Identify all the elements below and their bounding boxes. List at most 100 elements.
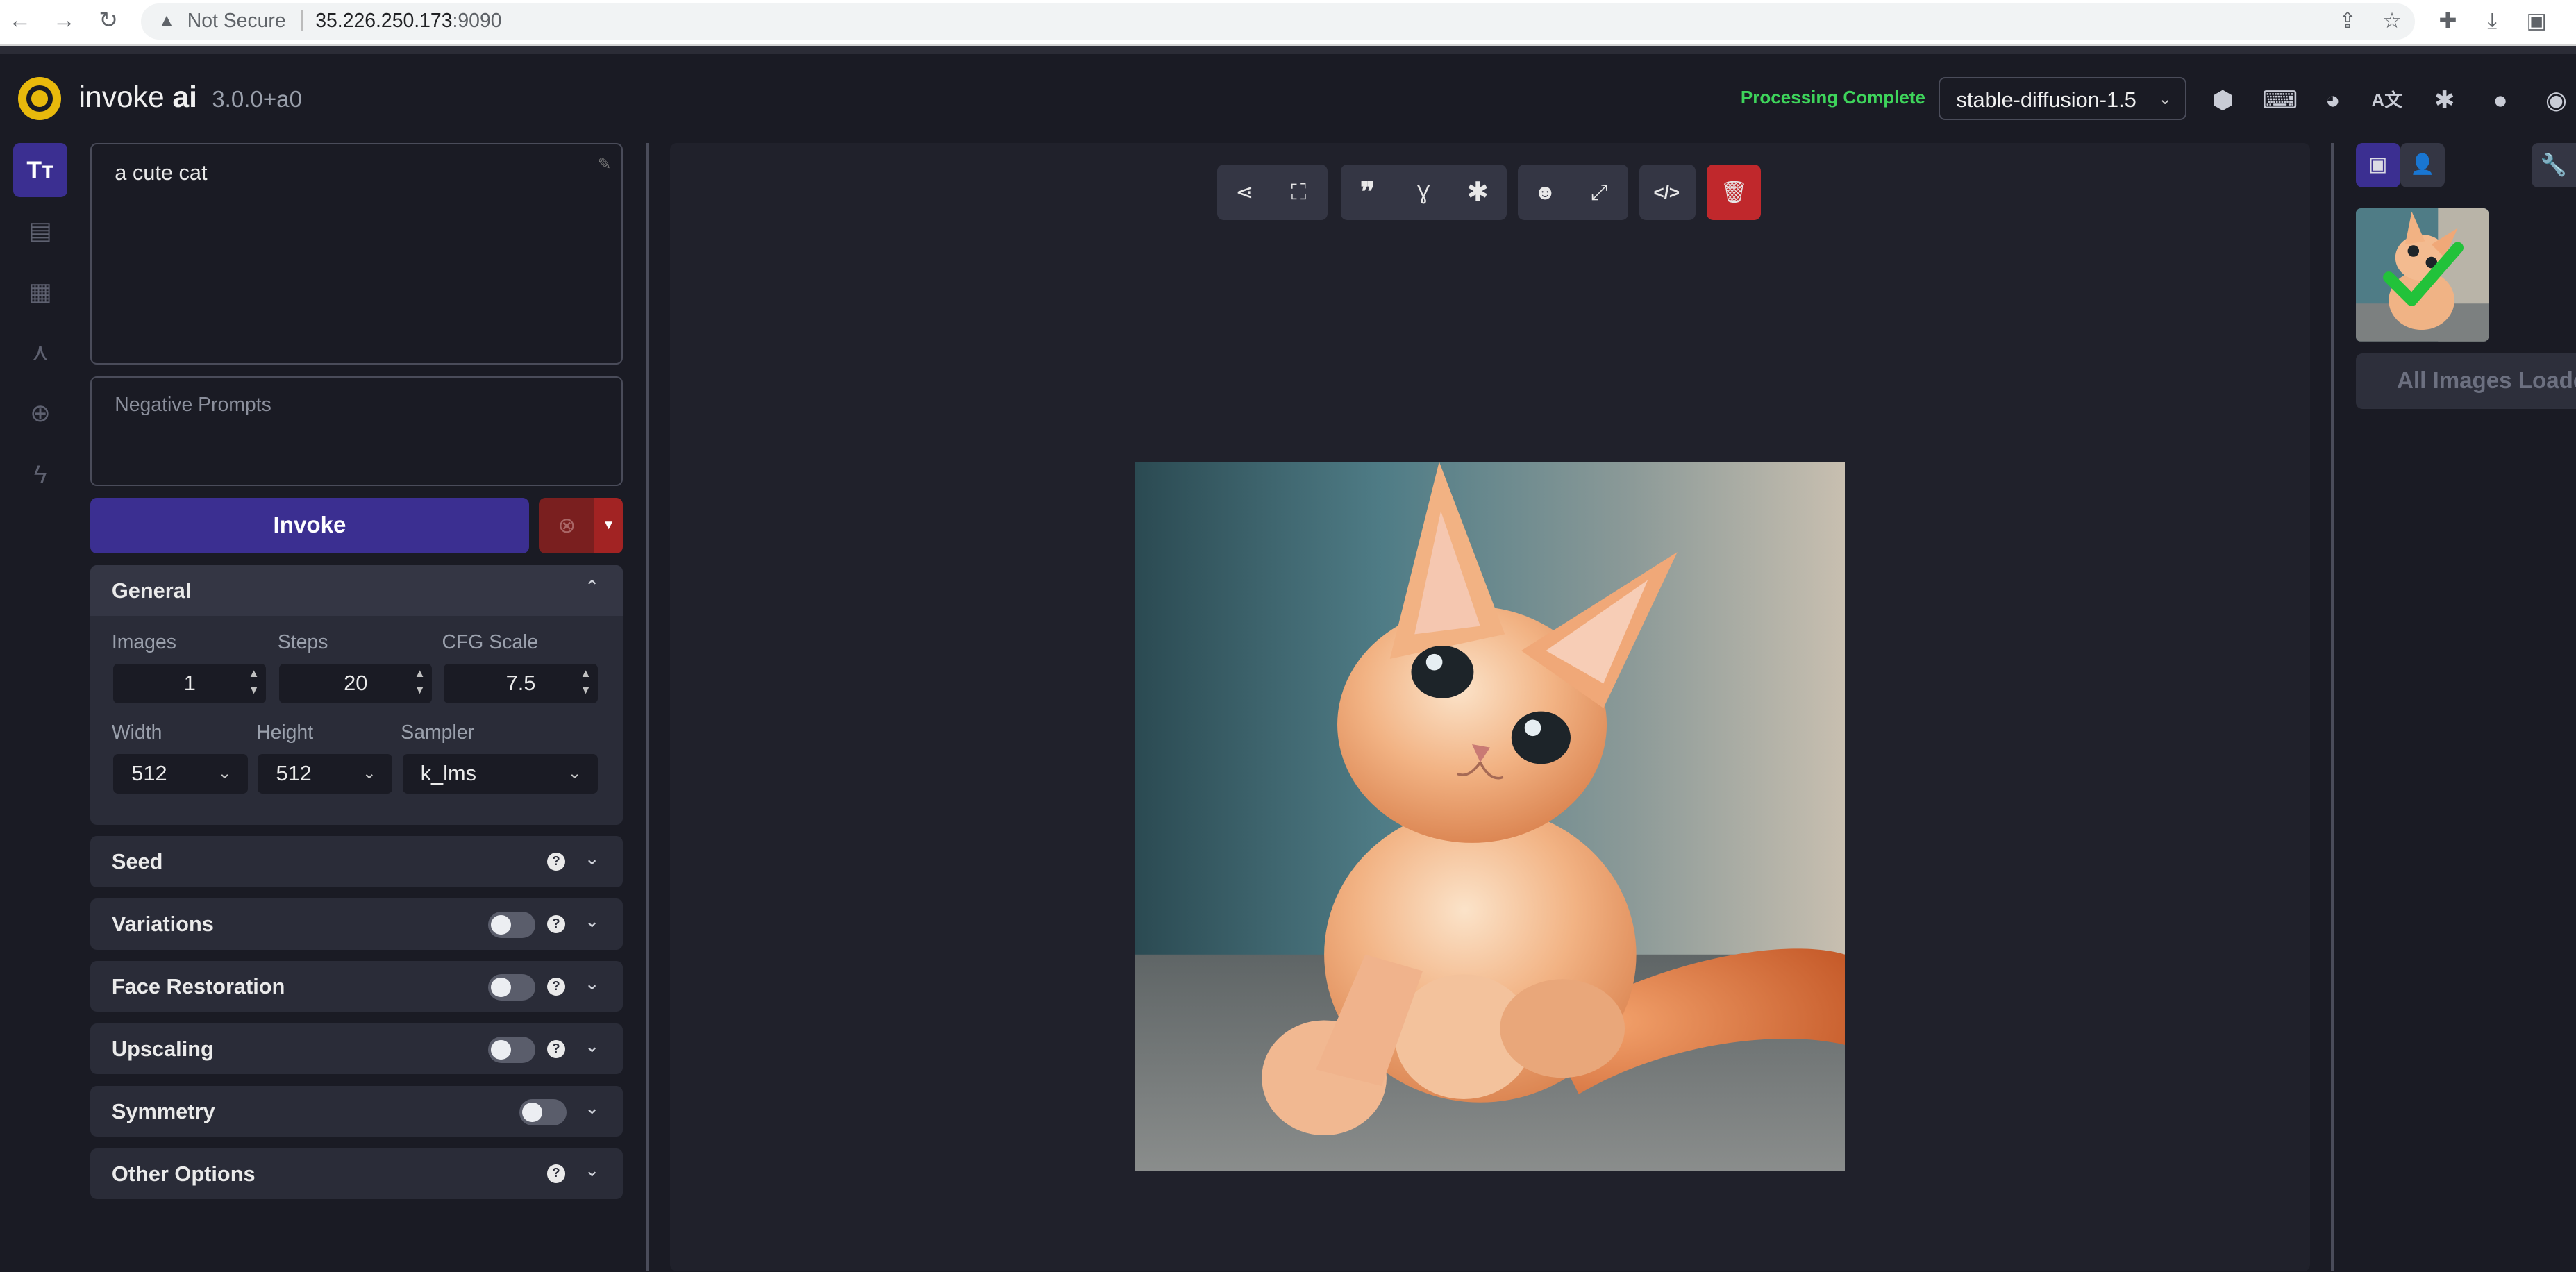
panel-divider[interactable] bbox=[645, 142, 649, 1272]
steps-value: 20 bbox=[344, 670, 368, 695]
width-label: Width bbox=[111, 721, 162, 744]
language-icon[interactable]: A文 bbox=[2370, 84, 2403, 117]
unified-canvas-tab-icon[interactable]: ▦ bbox=[13, 265, 67, 319]
face-restore-icon[interactable]: ☻ bbox=[1518, 165, 1572, 220]
code-icon[interactable]: </> bbox=[1639, 165, 1693, 220]
browser-toolbar: ← → ↻ ▲ Not Secure | 35.226.250.173:9090… bbox=[0, 0, 2576, 47]
thumbnail-art bbox=[2355, 208, 2489, 342]
bug-icon[interactable]: ✱ bbox=[2428, 84, 2461, 117]
warning-icon: ▲ bbox=[158, 10, 176, 31]
github-icon[interactable]: ● bbox=[2484, 84, 2516, 117]
cancel-icon: ⊗ bbox=[558, 512, 576, 537]
seed-icon[interactable]: Ɣ bbox=[1396, 165, 1450, 220]
help-icon[interactable]: ? bbox=[546, 1164, 565, 1183]
seed-title: Seed bbox=[111, 849, 163, 874]
palette-icon[interactable]: ◕ bbox=[2316, 84, 2349, 117]
generated-cat-image[interactable] bbox=[1135, 461, 1845, 1171]
symmetry-section[interactable]: Symmetry ⌄ bbox=[90, 1085, 623, 1137]
other-options-section[interactable]: Other Options ? ⌄ bbox=[90, 1148, 623, 1200]
cfg-scale-input[interactable]: 7.5 ▲ ▼ bbox=[443, 663, 599, 703]
help-icon[interactable]: ? bbox=[546, 1039, 565, 1058]
download-icon[interactable]: ⤓ bbox=[2477, 6, 2507, 36]
metadata-toolbar-group: </> bbox=[1639, 164, 1696, 221]
chevron-down-icon: ⌄ bbox=[2158, 90, 2173, 109]
face-restoration-toggle[interactable] bbox=[487, 974, 536, 1001]
upscale-icon[interactable]: ⤢ bbox=[1572, 165, 1626, 220]
image-viewer: ⋖ ⛶ ❞ Ɣ ✱ ☻ ⤢ </> 🗑 bbox=[670, 142, 2310, 1272]
variations-section[interactable]: Variations ? ⌄ bbox=[90, 898, 623, 950]
chevron-down-icon: ⌄ bbox=[584, 910, 600, 931]
discord-icon[interactable]: ◉ bbox=[2540, 84, 2573, 117]
gallery-images-tab-icon[interactable]: ▣ bbox=[2355, 142, 2400, 187]
chevron-down-icon: ⌄ bbox=[584, 1035, 600, 1056]
app-version: 3.0.0+a0 bbox=[212, 87, 303, 113]
extensions-icon[interactable]: ✚ bbox=[2433, 6, 2463, 36]
text-to-image-tab-icon[interactable]: Tт bbox=[12, 142, 67, 197]
all-images-loaded-button[interactable]: All Images Loaded bbox=[2355, 353, 2576, 410]
cfg-scale-label: CFG Scale bbox=[442, 630, 539, 653]
height-label: Height bbox=[256, 721, 314, 744]
variations-toggle[interactable] bbox=[487, 912, 536, 938]
model-value: stable-diffusion-1.5 bbox=[1956, 87, 2136, 112]
negative-prompt-textarea[interactable]: Negative Prompts bbox=[90, 376, 623, 487]
app-header: invoke ai 3.0.0+a0 Processing Complete s… bbox=[0, 54, 2576, 143]
pin-icon[interactable]: ✎ bbox=[598, 154, 612, 174]
face-restoration-section[interactable]: Face Restoration ? ⌄ bbox=[90, 961, 623, 1012]
reload-icon[interactable]: ↻ bbox=[94, 6, 124, 36]
cancel-button[interactable]: ⊗ bbox=[539, 497, 595, 554]
trash-icon[interactable]: 🗑 bbox=[1707, 164, 1762, 221]
width-value: 512 bbox=[131, 760, 167, 785]
steps-input[interactable]: 20 ▲ ▼ bbox=[279, 663, 433, 703]
help-icon[interactable]: ? bbox=[546, 852, 565, 871]
share-page-icon[interactable]: ⇪ bbox=[2333, 6, 2363, 36]
sampler-label: Sampler bbox=[401, 721, 474, 744]
chevron-down-icon: ⌄ bbox=[362, 764, 376, 783]
sidebar-icon[interactable]: ▣ bbox=[2522, 6, 2552, 36]
brand-main: invoke bbox=[78, 80, 165, 114]
help-icon[interactable]: ? bbox=[546, 977, 565, 996]
model-select[interactable]: stable-diffusion-1.5 ⌄ bbox=[1938, 77, 2187, 120]
chevron-down-icon: ⌄ bbox=[217, 764, 232, 783]
chevron-down-icon: ⌄ bbox=[584, 1160, 600, 1181]
symmetry-toggle[interactable] bbox=[519, 1098, 567, 1125]
seed-section[interactable]: Seed ? ⌄ bbox=[90, 836, 623, 887]
prompt-textarea[interactable]: a cute cat ✎ bbox=[90, 142, 623, 365]
url-text: 35.226.250.173:9090 bbox=[315, 10, 501, 33]
nodes-tab-icon[interactable]: ⋏ bbox=[13, 325, 67, 379]
chevron-down-icon: ⌄ bbox=[584, 972, 600, 994]
cancel-dropdown-button[interactable]: ▼ bbox=[594, 497, 623, 554]
height-select[interactable]: 512 ⌄ bbox=[258, 753, 393, 794]
help-icon[interactable]: ? bbox=[546, 914, 565, 933]
security-label: Not Secure bbox=[187, 10, 286, 33]
gallery-settings-wrench-icon[interactable]: 🔧 bbox=[2532, 142, 2576, 187]
model-manager-cube-icon[interactable]: ⬢ bbox=[2207, 84, 2239, 117]
upscaling-section[interactable]: Upscaling ? ⌄ bbox=[90, 1023, 623, 1075]
gallery-divider[interactable] bbox=[2331, 142, 2335, 1272]
chevron-down-icon: ▼ bbox=[602, 517, 615, 533]
quote-icon[interactable]: ❞ bbox=[1341, 165, 1395, 220]
asterisk-icon[interactable]: ✱ bbox=[1450, 165, 1505, 220]
fullscreen-icon[interactable]: ⛶ bbox=[1271, 165, 1325, 220]
back-icon[interactable]: ← bbox=[5, 6, 35, 36]
steps-label: Steps bbox=[277, 630, 328, 653]
gallery-user-tab-icon[interactable]: 👤 bbox=[2400, 142, 2445, 187]
share-icon[interactable]: ⋖ bbox=[1217, 165, 1271, 220]
stepper-icon[interactable]: ▲ ▼ bbox=[414, 665, 425, 698]
gallery-thumbnail[interactable] bbox=[2355, 208, 2489, 342]
keyboard-icon[interactable]: ⌨ bbox=[2262, 84, 2298, 117]
address-bar[interactable]: ▲ Not Secure | 35.226.250.173:9090 bbox=[141, 3, 2415, 40]
training-tab-icon[interactable]: ϟ bbox=[13, 447, 67, 501]
stepper-icon[interactable]: ▲ ▼ bbox=[580, 665, 591, 698]
forward-icon[interactable]: → bbox=[49, 6, 79, 36]
image-to-image-tab-icon[interactable]: ▤ bbox=[13, 203, 67, 258]
upscaling-toggle[interactable] bbox=[487, 1036, 536, 1063]
bookmark-star-icon[interactable]: ☆ bbox=[2377, 6, 2407, 36]
invoke-logo-icon bbox=[18, 77, 61, 120]
sampler-select[interactable]: k_lms ⌄ bbox=[402, 753, 599, 794]
model-merge-tab-icon[interactable]: ⊕ bbox=[13, 386, 67, 440]
width-select[interactable]: 512 ⌄ bbox=[113, 753, 249, 794]
images-input[interactable]: 1 ▲ ▼ bbox=[113, 663, 267, 703]
stepper-icon[interactable]: ▲ ▼ bbox=[248, 665, 259, 698]
invoke-button[interactable]: Invoke bbox=[90, 497, 529, 554]
general-header[interactable]: General ⌃ bbox=[90, 564, 623, 617]
